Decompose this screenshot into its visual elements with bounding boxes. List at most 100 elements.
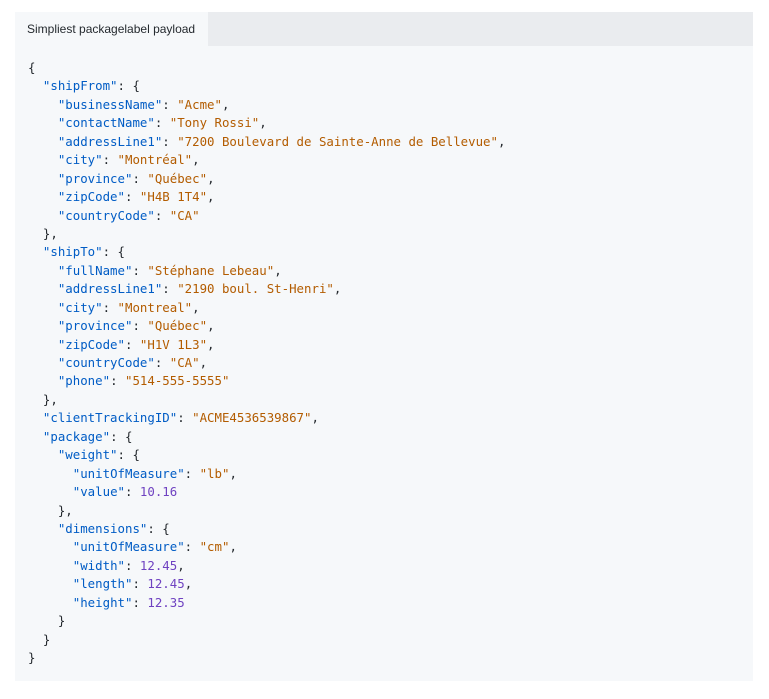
tab-label: Simpliest packagelabel payload	[27, 22, 196, 36]
json-punctuation: ,	[184, 576, 193, 592]
code-line: "package": {	[28, 428, 505, 446]
json-key: "zipCode"	[57, 189, 125, 205]
json-key: "city"	[57, 299, 103, 315]
json-punctuation: ,	[192, 299, 200, 315]
json-string: "Stéphane Lebeau"	[147, 262, 275, 278]
code-line: "value": 10.16	[28, 483, 505, 501]
code-line: "addressLine1": "7200 Boulevard de Saint…	[28, 133, 506, 151]
json-punctuation: :	[132, 170, 148, 186]
json-key: "shipTo"	[42, 244, 103, 260]
json-punctuation: }	[42, 631, 51, 647]
json-key: "value"	[72, 484, 125, 500]
json-punctuation: : {	[117, 447, 140, 463]
json-punctuation: ,	[333, 281, 342, 297]
json-string: "CA"	[169, 207, 200, 223]
code-line: "unitOfMeasure": "lb",	[28, 465, 505, 483]
json-punctuation: ,	[229, 465, 237, 481]
json-key: "zipCode"	[57, 336, 125, 352]
code-line: "addressLine1": "2190 boul. St-Henri",	[28, 280, 505, 298]
json-string: "H4B 1T4"	[139, 189, 208, 205]
json-key: "phone"	[57, 373, 111, 389]
json-string: "Québec"	[147, 170, 208, 186]
json-punctuation: :	[154, 115, 170, 131]
json-number: 10.16	[139, 484, 178, 500]
json-key: "dimensions"	[57, 520, 148, 536]
json-code-block[interactable]: { "shipFrom": { "businessName": "Acme", …	[28, 59, 505, 667]
json-punctuation: :	[124, 557, 140, 573]
json-string: "CA"	[169, 355, 200, 370]
code-line: "province": "Québec",	[28, 170, 505, 188]
json-key: "businessName"	[57, 96, 163, 112]
json-punctuation: ,	[207, 189, 215, 205]
json-string: "ACME4536539867"	[192, 410, 312, 426]
json-punctuation: : {	[147, 520, 170, 536]
json-punctuation: :	[132, 594, 148, 610]
json-key: "city"	[57, 152, 103, 168]
json-string: "2190 boul. St-Henri"	[177, 281, 334, 297]
json-number: 12.45	[147, 576, 185, 592]
code-line: }	[28, 631, 505, 649]
code-line: "province": "Québec",	[28, 317, 505, 335]
json-punctuation: ,	[259, 115, 267, 131]
json-punctuation: ,	[177, 557, 185, 573]
code-line: "length": 12.45,	[28, 575, 505, 593]
json-string: "H1V 1L3"	[139, 336, 208, 352]
code-line: }	[28, 612, 505, 630]
code-line: "weight": {	[28, 446, 505, 464]
json-punctuation: },	[57, 502, 73, 518]
json-string: "514-555-5555"	[124, 373, 230, 389]
json-key: "province"	[57, 318, 133, 334]
json-punctuation: :	[184, 539, 200, 555]
json-punctuation: ,	[311, 410, 319, 426]
json-punctuation: ,	[497, 133, 506, 149]
json-punctuation: :	[110, 373, 125, 389]
code-line: "zipCode": "H1V 1L3",	[28, 336, 505, 354]
code-line: "businessName": "Acme",	[28, 96, 505, 114]
json-punctuation: :	[132, 262, 148, 278]
json-punctuation: :	[132, 576, 148, 592]
json-number: 12.45	[139, 557, 178, 573]
code-line: },	[28, 502, 505, 520]
code-line: "city": "Montreal",	[28, 299, 505, 317]
json-key: "shipFrom"	[42, 78, 118, 94]
code-line: "height": 12.35	[28, 594, 505, 612]
code-example-panel: Simpliest packagelabel payload { "shipFr…	[15, 12, 753, 681]
json-punctuation: :	[162, 96, 178, 112]
code-line: "countryCode": "CA"	[28, 207, 505, 225]
json-punctuation: ,	[207, 336, 215, 352]
code-line: "phone": "514-555-5555"	[28, 372, 505, 390]
json-string: "Québec"	[147, 318, 208, 334]
json-key: "length"	[72, 576, 133, 592]
code-line: "contactName": "Tony Rossi",	[28, 114, 505, 132]
json-punctuation: : {	[110, 428, 133, 444]
json-key: "countryCode"	[57, 355, 155, 370]
json-punctuation: ,	[229, 539, 237, 555]
json-punctuation: :	[162, 281, 178, 297]
json-punctuation: },	[42, 225, 58, 241]
json-punctuation: : {	[102, 244, 125, 260]
json-punctuation: }	[57, 613, 66, 629]
json-key: "contactName"	[57, 115, 155, 131]
json-key: "province"	[57, 170, 133, 186]
json-key: "fullName"	[57, 262, 133, 278]
json-punctuation: ,	[274, 262, 282, 278]
code-line: "shipTo": {	[28, 243, 505, 261]
json-key: "height"	[72, 594, 133, 610]
json-punctuation: },	[42, 391, 58, 407]
tab-simpliest-packagelabel-payload[interactable]: Simpliest packagelabel payload	[15, 12, 209, 46]
json-punctuation: ,	[207, 170, 215, 186]
json-punctuation: :	[102, 152, 118, 168]
json-punctuation: :	[162, 133, 178, 149]
json-key: "addressLine1"	[57, 281, 163, 297]
json-number: 12.35	[147, 594, 185, 610]
json-punctuation: :	[102, 299, 118, 315]
json-string: "Tony Rossi"	[169, 115, 260, 131]
code-line: "countryCode": "CA",	[28, 354, 505, 372]
json-string: "Montréal"	[117, 152, 193, 168]
json-punctuation: ,	[192, 152, 200, 168]
code-line: "dimensions": {	[28, 520, 505, 538]
code-line: {	[28, 59, 505, 77]
json-punctuation: :	[124, 189, 140, 205]
json-punctuation: }	[28, 650, 36, 665]
json-punctuation: {	[28, 60, 36, 75]
